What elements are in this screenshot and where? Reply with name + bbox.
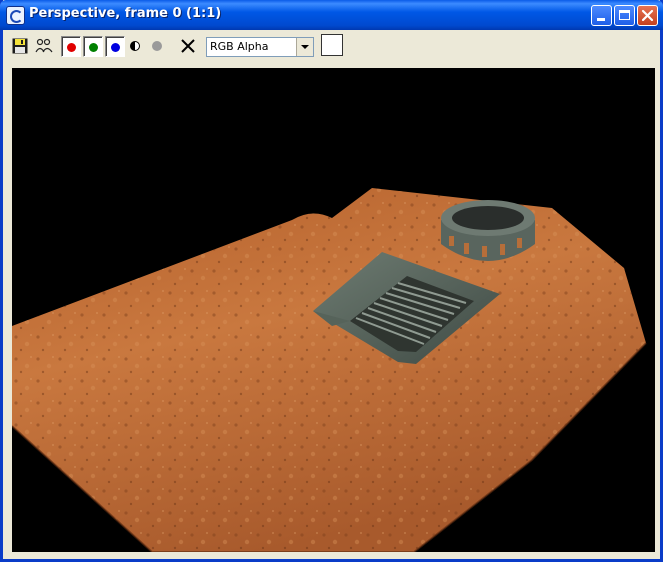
green-channel-toggle[interactable] [83,36,103,57]
render-toolbar: RGB Alpha [3,30,660,62]
minimize-button[interactable] [591,5,612,26]
chevron-down-icon[interactable] [296,38,313,56]
green-dot-icon [89,43,98,52]
channel-select-value: RGB Alpha [210,40,269,53]
channel-select[interactable]: RGB Alpha [206,37,314,57]
app-icon[interactable] [6,6,25,25]
close-icon [641,9,654,22]
blue-channel-toggle[interactable] [105,36,125,57]
blue-dot-icon [111,43,120,52]
circular-tower [441,200,535,261]
render-viewport [12,68,655,552]
render-window: Perspective, frame 0 (1:1) RGB Alpha [0,0,663,562]
minimize-icon [597,18,605,21]
close-button[interactable] [637,5,658,26]
red-channel-toggle[interactable] [61,36,81,57]
terrain [12,188,647,552]
color-swatch[interactable] [321,34,343,56]
clone-icon[interactable] [35,38,53,54]
clear-icon[interactable] [179,37,197,55]
red-dot-icon [67,43,76,52]
maximize-button[interactable] [614,5,635,26]
monochrome-toggle-icon[interactable] [130,41,140,51]
rendered-scene [12,188,647,552]
maximize-icon [619,10,630,20]
save-icon[interactable] [12,38,28,54]
title-bar[interactable]: Perspective, frame 0 (1:1) [0,0,663,30]
window-title: Perspective, frame 0 (1:1) [29,6,222,21]
alpha-channel-toggle-icon[interactable] [152,41,162,51]
